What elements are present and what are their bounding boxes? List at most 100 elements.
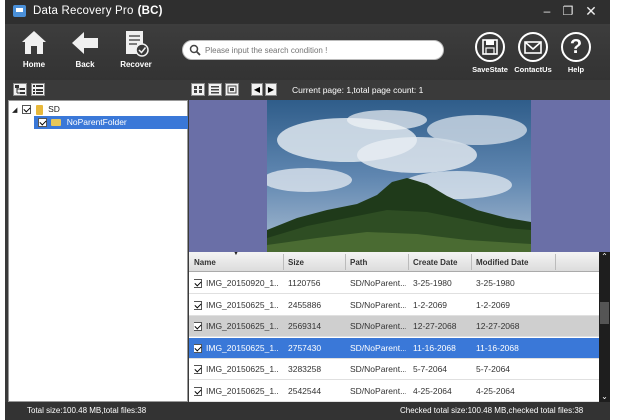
cell-size: 3283258: [288, 364, 322, 374]
save-disk-icon: [482, 39, 498, 55]
search-icon: [189, 44, 201, 56]
home-label: Home: [22, 60, 46, 69]
row-checkbox[interactable]: [194, 300, 202, 310]
tree-checkbox-sd[interactable]: [22, 105, 32, 115]
title-bar: Data Recovery Pro (BC) – ❐ ✕: [5, 0, 610, 24]
file-name: IMG_20150625_1...: [206, 385, 279, 396]
image-preview: [267, 100, 531, 252]
scroll-up-icon[interactable]: ⌃: [599, 252, 610, 262]
details-view-button[interactable]: [208, 83, 222, 96]
cell-path: SD/NoParent...: [350, 299, 406, 310]
table-row[interactable]: IMG_20150625_1... 2569314 SD/NoParent... 12…: [189, 316, 599, 337]
tree-view-icon: [15, 85, 25, 94]
tree-node-noparentfolder[interactable]: NoParentFolder: [34, 116, 188, 129]
cell-name: IMG_20150625_1...: [194, 316, 279, 337]
contactus-label: ContactUs: [514, 65, 552, 74]
preview-icon: [227, 85, 237, 94]
sd-card-icon: [35, 104, 43, 115]
recover-label: Recover: [120, 60, 152, 69]
sub-toolbar: ◀ ▶ Current page: 1,total page count: 1: [5, 80, 610, 100]
home-button[interactable]: Home: [9, 26, 59, 78]
cell-created: 4-25-2064: [413, 385, 452, 396]
back-button[interactable]: Back: [60, 26, 110, 78]
cell-modified: 11-16-2068: [476, 342, 519, 353]
cell-created: 3-25-1980: [413, 278, 452, 288]
details-list-icon: [211, 86, 219, 94]
cell-name: IMG_20150625_1...: [194, 295, 279, 316]
thumbnail-view-button[interactable]: [191, 83, 205, 96]
scrollbar-thumb[interactable]: [600, 302, 609, 324]
cell-path: SD/NoParent...: [350, 321, 406, 331]
tree-label-noparentfolder: NoParentFolder: [66, 117, 127, 127]
cell-created: 11-16-2068: [413, 342, 456, 353]
arrow-left-icon: ◀: [253, 85, 261, 94]
scroll-down-icon[interactable]: ⌄: [599, 392, 610, 402]
table-scrollbar[interactable]: ⌃ ⌄: [599, 252, 610, 402]
tree-checkbox-noparentfolder[interactable]: [38, 118, 47, 128]
file-table: ▼ Name Size Path Create Date Modified Da…: [189, 252, 599, 402]
cell-path: SD/NoParent...: [350, 364, 406, 374]
page-info: Current page: 1,total page count: 1: [292, 85, 424, 95]
tree-view-button[interactable]: [13, 83, 27, 96]
cell-name: IMG_20150625_1...: [194, 338, 279, 359]
app-window: Data Recovery Pro (BC) – ❐ ✕ Home Back R…: [5, 0, 610, 420]
cell-size: 2455886: [288, 299, 322, 310]
savestate-label: SaveState: [472, 65, 508, 74]
home-icon: [22, 31, 46, 54]
search-box[interactable]: [182, 40, 444, 60]
window-title: Data Recovery Pro (BC): [33, 5, 163, 17]
column-header-path[interactable]: Path: [350, 258, 367, 267]
file-name: IMG_20150625_1...: [206, 342, 279, 353]
cell-created: 5-7-2064: [413, 364, 448, 374]
row-checkbox[interactable]: [194, 365, 202, 375]
column-header-modified-date[interactable]: Modified Date: [476, 258, 528, 267]
app-logo-icon: [13, 5, 26, 17]
help-label: Help: [567, 65, 585, 74]
back-label: Back: [75, 60, 95, 69]
search-input[interactable]: [205, 43, 437, 58]
tree-node-sd[interactable]: ◢ SD: [12, 103, 60, 116]
table-row[interactable]: IMG_20150625_1... 2542544 SD/NoParent... 4-…: [189, 381, 599, 402]
status-checked: Checked total size:100.48 MB,checked tot…: [400, 406, 584, 415]
contactus-button[interactable]: ContactUs: [513, 26, 553, 78]
list-view-button[interactable]: [31, 83, 45, 96]
question-mark-icon: ?: [569, 36, 583, 58]
column-header-name[interactable]: Name: [194, 258, 216, 267]
cell-size: 2542544: [288, 385, 322, 396]
minimize-button[interactable]: –: [539, 4, 555, 18]
back-arrow-icon: [72, 32, 98, 54]
prev-page-button[interactable]: ◀: [251, 83, 263, 96]
image-preview-panel: [189, 100, 610, 252]
collapse-triangle-icon[interactable]: ◢: [12, 105, 20, 117]
table-row[interactable]: IMG_20150625_1... 2455886 SD/NoParent... 1-…: [189, 295, 599, 316]
table-row[interactable]: IMG_20150920_1... 1120756 SD/NoParent... 3-…: [189, 273, 599, 294]
row-checkbox[interactable]: [194, 343, 202, 353]
cell-created: 12-27-2068: [413, 321, 457, 331]
cell-modified: 12-27-2068: [476, 321, 520, 331]
cell-name: IMG_20150625_1...: [194, 381, 279, 402]
row-checkbox[interactable]: [194, 279, 202, 289]
column-header-create-date[interactable]: Create Date: [413, 258, 457, 267]
cell-size: 1120756: [288, 278, 321, 288]
cell-name: IMG_20150920_1...: [194, 273, 279, 294]
preview-view-button[interactable]: [225, 83, 239, 96]
maximize-button[interactable]: ❐: [560, 4, 576, 18]
file-name: IMG_20150625_1...: [206, 299, 279, 310]
table-row[interactable]: IMG_20150625_1... 3283258 SD/NoParent... 5-…: [189, 359, 599, 380]
savestate-button[interactable]: SaveState: [470, 26, 510, 78]
help-button[interactable]: ? Help: [556, 26, 596, 78]
column-header-size[interactable]: Size: [288, 258, 304, 267]
recover-button[interactable]: Recover: [111, 26, 161, 78]
row-checkbox[interactable]: [194, 386, 202, 396]
status-bar: Total size:100.48 MB,total files:38 Chec…: [5, 402, 610, 420]
row-checkbox[interactable]: [194, 322, 202, 332]
file-name: IMG_20150625_1...: [206, 321, 279, 331]
close-button[interactable]: ✕: [583, 4, 599, 18]
cell-path: SD/NoParent...: [350, 385, 406, 396]
folder-tree: ◢ SD NoParentFolder: [8, 100, 188, 402]
cell-created: 1-2-2069: [413, 299, 448, 310]
file-name: IMG_20150920_1...: [206, 278, 279, 288]
table-row[interactable]: IMG_20150625_1... 2757430 SD/NoParent... 11…: [189, 337, 599, 359]
sort-indicator-icon: ▼: [233, 252, 239, 257]
next-page-button[interactable]: ▶: [265, 83, 277, 96]
